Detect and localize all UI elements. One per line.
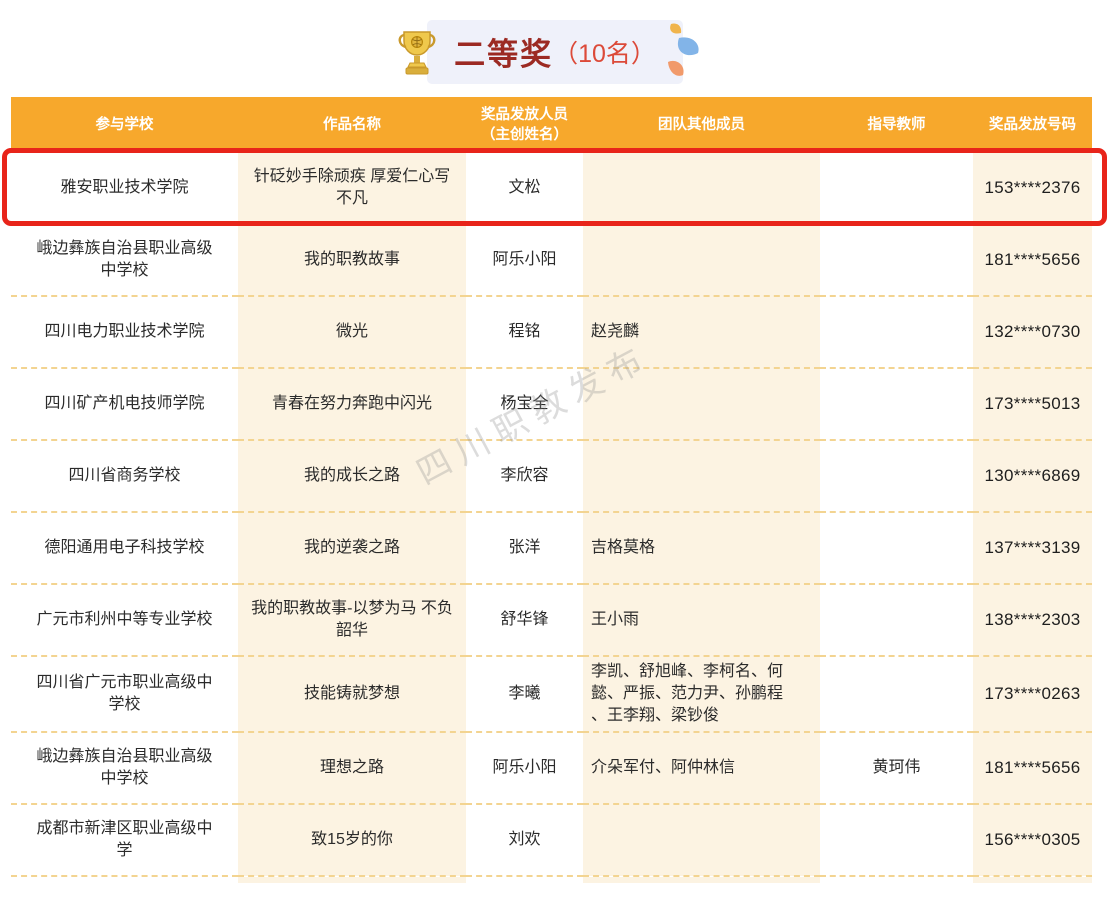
cell-creator: 舒华锋 <box>466 584 583 656</box>
partial-cell <box>466 877 583 883</box>
header-number: 奖品发放号码 <box>973 97 1092 152</box>
table-row: 四川省广元市职业高级中学校技能铸就梦想李曦李凯、舒旭峰、李柯名、何懿、严振、范力… <box>11 656 1092 732</box>
cell-number: 132****0730 <box>973 296 1092 368</box>
cell-work: 致15岁的你 <box>238 804 466 876</box>
cell-teacher <box>820 152 973 224</box>
cell-creator: 刘欢 <box>466 804 583 876</box>
cell-creator: 杨宝全 <box>466 368 583 440</box>
cell-work: 我的逆袭之路 <box>238 512 466 584</box>
cell-number: 173****5013 <box>973 368 1092 440</box>
awards-table-area: 参与学校 作品名称 奖品发放人员 （主创姓名） 团队其他成员 指导教师 奖品发放… <box>11 97 1092 883</box>
cell-school: 四川矿产机电技师学院 <box>11 368 238 440</box>
cell-teacher <box>820 440 973 512</box>
table-row: 成都市新津区职业高级中学致15岁的你刘欢 156****0305 <box>11 804 1092 876</box>
header-work: 作品名称 <box>238 97 466 152</box>
page: 二等奖（10名） 参与学校 作品名称 奖品发放人员 （主创姓名） 团队其他成员 … <box>0 0 1110 901</box>
table-row: 峨边彝族自治县职业高级中学校我的职教故事阿乐小阳 181****5656 <box>11 224 1092 296</box>
cell-number: 173****0263 <box>973 656 1092 732</box>
cell-team: 王小雨 <box>583 584 820 656</box>
cell-teacher <box>820 804 973 876</box>
cell-school: 广元市利州中等专业学校 <box>11 584 238 656</box>
cell-teacher <box>820 368 973 440</box>
cell-number: 137****3139 <box>973 512 1092 584</box>
cell-work: 微光 <box>238 296 466 368</box>
cell-number: 181****5656 <box>973 732 1092 804</box>
header-school: 参与学校 <box>11 97 238 152</box>
cell-team: 介朵军付、阿仲林信 <box>583 732 820 804</box>
cell-work: 我的职教故事 <box>238 224 466 296</box>
cell-school: 峨边彝族自治县职业高级中学校 <box>11 224 238 296</box>
cell-creator: 张洋 <box>466 512 583 584</box>
table-row: 四川省商务学校我的成长之路李欣容 130****6869 <box>11 440 1092 512</box>
cell-school: 四川省商务学校 <box>11 440 238 512</box>
cell-work: 针砭妙手除顽疾 厚爱仁心写不凡 <box>238 152 466 224</box>
table-row: 四川矿产机电技师学院青春在努力奔跑中闪光杨宝全 173****5013 <box>11 368 1092 440</box>
petals-decor-icon <box>655 22 703 80</box>
cell-team <box>583 152 820 224</box>
cell-school: 成都市新津区职业高级中学 <box>11 804 238 876</box>
title-badge: 二等奖（10名） <box>427 20 683 84</box>
cell-team: 李凯、舒旭峰、李柯名、何懿、严振、范力尹、孙鹏程、王李翔、梁钞俊 <box>583 656 820 732</box>
cell-number: 130****6869 <box>973 440 1092 512</box>
cell-number: 138****2303 <box>973 584 1092 656</box>
title-text: 二等奖 <box>454 29 553 74</box>
cell-team <box>583 804 820 876</box>
cell-creator: 李欣容 <box>466 440 583 512</box>
cell-teacher <box>820 584 973 656</box>
cell-work: 技能铸就梦想 <box>238 656 466 732</box>
table-row: 峨边彝族自治县职业高级中学校理想之路阿乐小阳介朵军付、阿仲林信黄珂伟181***… <box>11 732 1092 804</box>
title-section: 二等奖（10名） <box>0 0 1110 97</box>
header-teacher: 指导教师 <box>820 97 973 152</box>
cell-work: 青春在努力奔跑中闪光 <box>238 368 466 440</box>
table-row: 德阳通用电子科技学校我的逆袭之路张洋吉格莫格 137****3139 <box>11 512 1092 584</box>
cell-team <box>583 440 820 512</box>
partial-cell <box>820 877 973 883</box>
cell-team <box>583 368 820 440</box>
cell-team: 吉格莫格 <box>583 512 820 584</box>
cell-work: 我的成长之路 <box>238 440 466 512</box>
cell-teacher <box>820 224 973 296</box>
cell-teacher: 黄珂伟 <box>820 732 973 804</box>
cell-teacher <box>820 296 973 368</box>
cell-school: 峨边彝族自治县职业高级中学校 <box>11 732 238 804</box>
cell-creator: 阿乐小阳 <box>466 732 583 804</box>
table-header-row: 参与学校 作品名称 奖品发放人员 （主创姓名） 团队其他成员 指导教师 奖品发放… <box>11 97 1092 152</box>
header-team: 团队其他成员 <box>583 97 820 152</box>
table-row: 四川电力职业技术学院微光程铭赵尧麟 132****0730 <box>11 296 1092 368</box>
cell-school: 四川省广元市职业高级中学校 <box>11 656 238 732</box>
partial-cell <box>973 877 1092 883</box>
partial-next-row <box>11 877 1092 883</box>
cell-number: 153****2376 <box>973 152 1092 224</box>
table-body: 雅安职业技术学院针砭妙手除顽疾 厚爱仁心写不凡文松153****2376峨边彝族… <box>11 152 1092 876</box>
cell-number: 156****0305 <box>973 804 1092 876</box>
table-row: 广元市利州中等专业学校我的职教故事-以梦为马 不负韶华舒华锋王小雨 138****… <box>11 584 1092 656</box>
header-creator: 奖品发放人员 （主创姓名） <box>466 97 583 152</box>
cell-creator: 程铭 <box>466 296 583 368</box>
cell-school: 德阳通用电子科技学校 <box>11 512 238 584</box>
cell-work: 我的职教故事-以梦为马 不负韶华 <box>238 584 466 656</box>
cell-number: 181****5656 <box>973 224 1092 296</box>
table-row-highlighted: 雅安职业技术学院针砭妙手除顽疾 厚爱仁心写不凡文松 153****2376 <box>11 152 1092 224</box>
cell-teacher <box>820 656 973 732</box>
cell-creator: 李曦 <box>466 656 583 732</box>
awards-table: 参与学校 作品名称 奖品发放人员 （主创姓名） 团队其他成员 指导教师 奖品发放… <box>11 97 1092 877</box>
partial-cell <box>583 877 820 883</box>
cell-team <box>583 224 820 296</box>
cell-creator: 阿乐小阳 <box>466 224 583 296</box>
cell-creator: 文松 <box>466 152 583 224</box>
trophy-icon <box>397 29 437 77</box>
title-count: （10名） <box>553 34 656 70</box>
cell-work: 理想之路 <box>238 732 466 804</box>
cell-teacher <box>820 512 973 584</box>
partial-cell <box>11 877 238 883</box>
cell-school: 四川电力职业技术学院 <box>11 296 238 368</box>
partial-cell <box>238 877 466 883</box>
cell-team: 赵尧麟 <box>583 296 820 368</box>
cell-school: 雅安职业技术学院 <box>11 152 238 224</box>
